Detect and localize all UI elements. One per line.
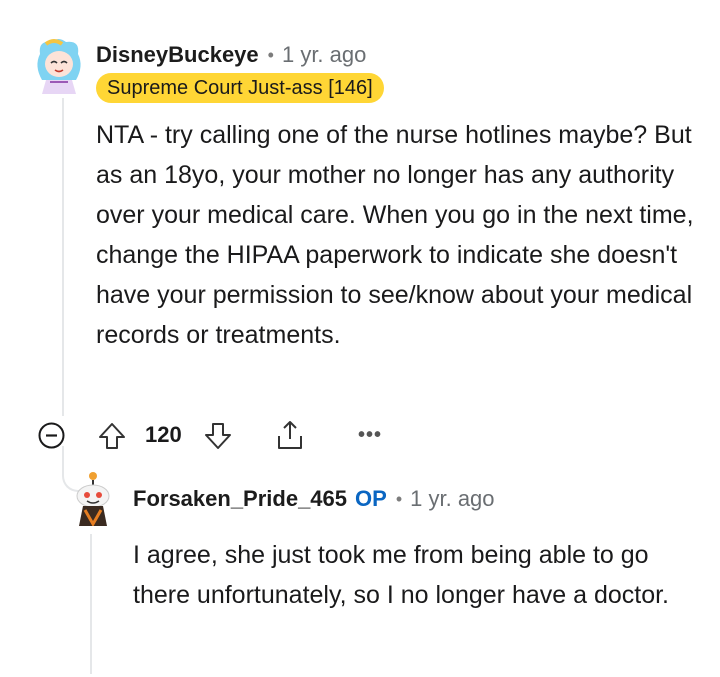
comment-body: NTA - try calling one of the nurse hotli…: [96, 121, 694, 349]
reply-time[interactable]: 1 yr. ago: [410, 486, 494, 512]
thread-line: [62, 98, 64, 416]
avatar[interactable]: [32, 36, 86, 96]
downvote-arrow-icon[interactable]: [202, 420, 234, 457]
more-options-icon[interactable]: •••: [358, 424, 382, 447]
meta-separator: •: [267, 44, 274, 65]
user-flair: Supreme Court Just-ass [146]: [96, 73, 384, 103]
reply-avatar[interactable]: [67, 468, 119, 526]
comment-actions: 120 •••: [38, 418, 398, 454]
upvote-arrow-icon[interactable]: [96, 420, 128, 457]
reply-meta: Forsaken_Pride_465 OP • 1 yr. ago: [133, 484, 495, 514]
comment-time[interactable]: 1 yr. ago: [282, 42, 366, 68]
reply-thread-line: [90, 534, 92, 674]
reply-body: I agree, she just took me from being abl…: [133, 541, 669, 609]
comment-author[interactable]: DisneyBuckeye: [96, 42, 259, 68]
collapse-minus-icon[interactable]: [38, 422, 65, 449]
reply-author[interactable]: Forsaken_Pride_465: [133, 486, 347, 512]
meta-separator: •: [395, 488, 403, 509]
op-badge: OP: [355, 486, 387, 511]
vote-score: 120: [145, 422, 182, 447]
share-icon[interactable]: [273, 418, 307, 457]
comment-meta: DisneyBuckeye • 1 yr. ago: [96, 40, 366, 70]
